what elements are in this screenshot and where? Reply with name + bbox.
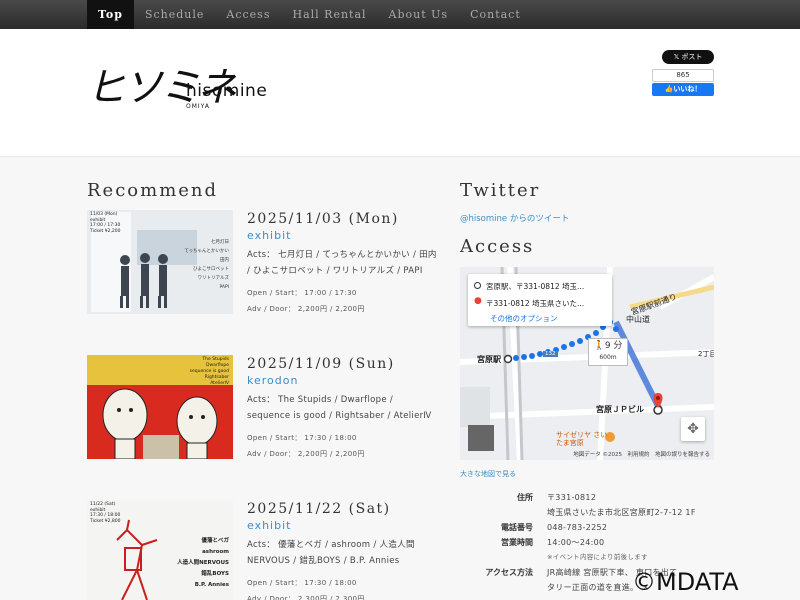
- nav-hall-rental[interactable]: Hall Rental: [281, 0, 377, 29]
- event-open-start: Open / Start： 17:30 / 18:00: [247, 579, 357, 587]
- nav-items: Top Schedule Access Hall Rental About Us…: [87, 0, 532, 29]
- event-category[interactable]: exhibit: [247, 228, 437, 244]
- event-open-start: Open / Start： 17:00 / 17:30: [247, 289, 357, 297]
- info-row: 住所 〒331-0812: [517, 493, 597, 502]
- nav-access[interactable]: Access: [215, 0, 281, 29]
- origin-icon: [474, 282, 481, 289]
- twitter-title: Twitter: [460, 180, 541, 201]
- destination-pin-icon: ●: [474, 296, 482, 306]
- direction-from: 宮原駅、〒331-0812 埼玉...: [486, 282, 585, 291]
- map-label-shop: サイゼリヤ さいたま宮原: [556, 431, 608, 447]
- map-label-building: 宮原ＪＰビル: [596, 405, 644, 414]
- nav-schedule[interactable]: Schedule: [134, 0, 215, 29]
- map-label-station: 宮原駅: [477, 355, 501, 364]
- nav-about-us[interactable]: About Us: [378, 0, 460, 29]
- fb-like-count: 865: [652, 69, 714, 82]
- flyer-text: 11/22 (Sat) exhibit 17:30 / 18:00 Ticket…: [90, 502, 121, 524]
- walk-time-badge: 🚶9 分 600m: [588, 338, 628, 366]
- map-footer[interactable]: 地図データ ©2025 利用規約 地図の誤りを報告する: [460, 450, 714, 460]
- info-row: ※イベント内容により前後します: [547, 553, 648, 561]
- event-info: 2025/11/22 (Sat) exhibit Acts： 優藩とベガ / a…: [247, 500, 437, 600]
- walking-icon: 🚶: [593, 341, 605, 351]
- event-price: Adv / Door： 2,200円 / 2,200円: [247, 305, 365, 313]
- event-price: Adv / Door： 2,300円 / 2,300円: [247, 595, 365, 600]
- logo-sub: OMIYA: [186, 103, 210, 110]
- nav-contact[interactable]: Contact: [459, 0, 532, 29]
- facebook-like-widget: 865 👍いいね！: [652, 69, 714, 96]
- flyer-acts: 七月灯日 てっちゃんとかいかい 田内 ひよこサロベット ワリトリアルズ PAPI: [184, 240, 229, 290]
- event-thumbnail[interactable]: 11/03 (Mon) exhibit 17:00 / 17:30 Ticket…: [87, 210, 233, 314]
- x-post-button[interactable]: 𝕏 ポスト: [662, 50, 714, 64]
- event-date[interactable]: 2025/11/03 (Mon): [247, 210, 437, 228]
- event-open-start: Open / Start： 17:30 / 18:00: [247, 434, 357, 442]
- map-fullscreen-button[interactable]: ✥: [681, 417, 705, 441]
- event-acts: Acts： 七月灯日 / てっちゃんとかいかい / 田内 / ひよこサロベット …: [247, 250, 437, 276]
- google-map[interactable]: 宮原駅、〒331-0812 埼玉... ● 〒331-0812 埼玉県さいた..…: [460, 267, 714, 460]
- recommend-title: Recommend: [87, 180, 219, 201]
- info-row: 電話番号 048-783-2252: [501, 523, 608, 532]
- map-label-road: 中山道: [626, 315, 650, 324]
- twitter-timeline-link[interactable]: @hisomine からのツイート: [460, 212, 569, 224]
- event-price: Adv / Door： 2,200円 / 2,200円: [247, 450, 365, 458]
- event-acts: Acts： The Stupids / Dwarflope / sequence…: [247, 395, 432, 421]
- event-date[interactable]: 2025/11/22 (Sat): [247, 500, 437, 518]
- event-info: 2025/11/09 (Sun) kerodon Acts： The Stupi…: [247, 355, 437, 462]
- fb-like-button[interactable]: 👍いいね！: [652, 83, 714, 96]
- flyer-text: 11/03 (Mon) exhibit 17:00 / 17:30 Ticket…: [90, 212, 121, 234]
- event-acts: Acts： 優藩とベガ / ashroom / 人造人間NERVOUS / 錯乱…: [247, 540, 415, 566]
- info-row: 営業時間 14:00～24:00: [501, 538, 605, 547]
- map-label-chome: 2丁目: [698, 350, 714, 358]
- site-logo[interactable]: ヒソミネ hisomine OMIYA: [86, 63, 267, 125]
- logo-latin: hisomine: [186, 81, 268, 101]
- flyer-acts: 優藩とベガ ashroom 人造人間NERVOUS 錯乱BOYS B.P. An…: [177, 538, 229, 588]
- event-thumbnail[interactable]: 11/22 (Sat) exhibit 17:30 / 18:00 Ticket…: [87, 500, 233, 600]
- info-row: 埼玉県さいたま市北区宮原町2-7-12 1F: [547, 508, 696, 517]
- map-route-number: 132: [543, 351, 558, 357]
- access-title: Access: [460, 236, 535, 257]
- larger-map-link[interactable]: 大きな地図で見る: [460, 469, 516, 479]
- top-nav: Top Schedule Access Hall Rental About Us…: [0, 0, 800, 29]
- event-info: 2025/11/03 (Mon) exhibit Acts： 七月灯日 / てっ…: [247, 210, 437, 317]
- event-category[interactable]: kerodon: [247, 373, 437, 389]
- move-icon: ✥: [687, 421, 699, 437]
- event-category[interactable]: exhibit: [247, 518, 437, 534]
- more-options-link[interactable]: その他のオプション: [490, 313, 558, 324]
- site-header: ヒソミネ hisomine OMIYA 𝕏 ポスト 865 👍いいね！: [0, 29, 800, 157]
- event-thumbnail[interactable]: The Stupids Dwarflope sequence is good R…: [87, 355, 233, 459]
- watermark: ©MDATA: [632, 568, 739, 596]
- event-date[interactable]: 2025/11/09 (Sun): [247, 355, 437, 373]
- flyer-text: The Stupids Dwarflope sequence is good R…: [189, 357, 229, 386]
- direction-to: 〒331-0812 埼玉県さいた...: [486, 299, 585, 308]
- nav-top[interactable]: Top: [87, 0, 134, 29]
- directions-card: 宮原駅、〒331-0812 埼玉... ● 〒331-0812 埼玉県さいた..…: [468, 274, 612, 326]
